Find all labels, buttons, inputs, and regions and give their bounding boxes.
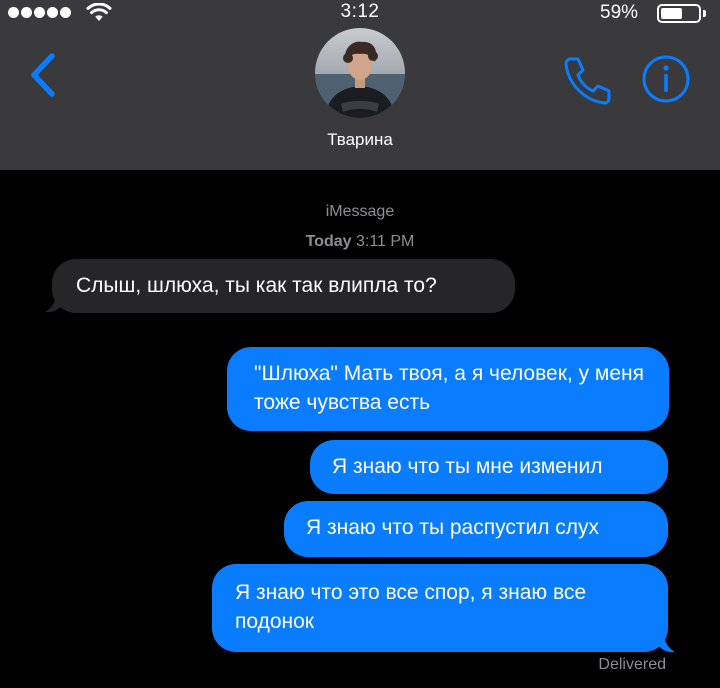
status-time: 3:12: [340, 1, 380, 22]
battery-icon: [657, 4, 701, 23]
message-text: Я знаю что ты распустил слух: [306, 516, 600, 539]
message-bubble-outgoing[interactable]: "Шлюха" Мать твоя, а я человек, у меня т…: [227, 347, 669, 431]
contact-name[interactable]: Тварина: [260, 130, 460, 150]
message-bubble-incoming[interactable]: Слыш, шлюха, ты как так влипла то?: [52, 259, 515, 313]
battery-tip: [703, 10, 706, 17]
delivery-status: Delivered: [598, 656, 666, 673]
back-chevron-icon[interactable]: [24, 50, 64, 100]
message-bubble-outgoing[interactable]: Я знаю что ты мне изменил: [310, 440, 668, 494]
battery-percent: 59%: [600, 2, 639, 23]
wifi-icon: [86, 3, 112, 21]
message-bubble-outgoing[interactable]: Я знаю что ты распустил слух: [284, 501, 668, 557]
conversation-header: 3:12 59% Тварина: [0, 0, 720, 170]
message-text: Я знаю что это все спор, я знаю все подо…: [235, 581, 587, 633]
message-text: "Шлюха" Мать твоя, а я человек, у меня т…: [254, 362, 644, 414]
service-label: iMessage: [325, 203, 395, 220]
message-text: Я знаю что ты мне изменил: [332, 455, 603, 478]
status-bar: 3:12 59%: [0, 0, 720, 28]
avatar-photo: [315, 28, 405, 118]
signal-dots-icon: [8, 7, 71, 18]
timestamp-time: 3:11 PM: [355, 233, 415, 250]
timestamp-day: Today: [305, 233, 352, 250]
battery-fill: [661, 8, 682, 19]
avatar[interactable]: [315, 28, 405, 118]
message-timestamp: Today 3:11 PM: [260, 233, 460, 251]
info-icon[interactable]: [641, 54, 691, 104]
message-bubble-outgoing[interactable]: Я знаю что это все спор, я знаю все подо…: [212, 564, 668, 652]
message-text: Слыш, шлюха, ты как так влипла то?: [76, 274, 437, 297]
phone-icon[interactable]: [562, 54, 614, 106]
